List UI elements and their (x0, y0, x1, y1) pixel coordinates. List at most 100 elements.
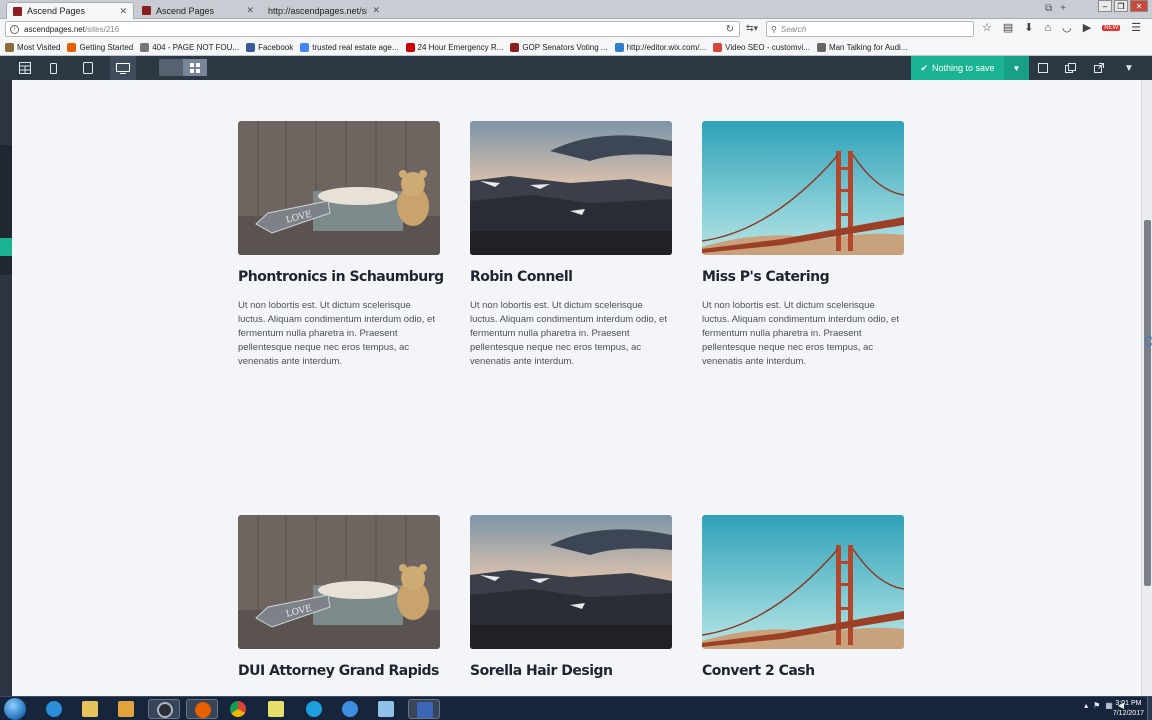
chrome-icon[interactable] (222, 699, 254, 719)
new-tab-icon[interactable]: + (1060, 3, 1066, 14)
bookmark-favicon-icon (713, 43, 723, 52)
pocket-icon[interactable]: ◡ (1062, 21, 1072, 34)
youtube-icon[interactable]: ▶ (1083, 21, 1091, 34)
card-title[interactable]: Convert 2 Cash (702, 663, 904, 679)
card-title[interactable]: Robin Connell (470, 269, 672, 285)
desktop-view-icon[interactable] (110, 56, 136, 80)
card-title[interactable]: Phontronics in Schaumburg (238, 269, 444, 285)
scroll-marker-icon (1145, 336, 1152, 346)
window-close-icon[interactable]: ✕ (1130, 0, 1148, 12)
bookmark-item[interactable]: Getting Started (67, 43, 133, 52)
identity-dropdown-icon[interactable]: ⇆▾ (746, 23, 758, 34)
site-info-icon[interactable]: i (10, 24, 19, 34)
teddy-bear-image: LOVE (238, 515, 440, 649)
bookmark-item[interactable]: http://editor.wix.com/... (614, 43, 706, 52)
card-description: Ut non lobortis est. Ut dictum scelerisq… (470, 300, 667, 367)
tablet-view-icon[interactable] (75, 56, 101, 80)
tray-expand-icon[interactable]: ▴ (1084, 701, 1088, 710)
tab-groups-icon[interactable]: ⧉ (1045, 3, 1052, 14)
browser-tab-3[interactable]: http://ascendpages.net/sites/live ✕ (262, 2, 386, 19)
bookmark-item[interactable]: Facebook (246, 43, 293, 52)
skype-icon[interactable] (298, 699, 330, 719)
layout-toggle[interactable] (159, 59, 207, 76)
portfolio-card[interactable]: Robin Connell Ut non lobortis est. Ut di… (470, 121, 672, 369)
vertical-scrollbar[interactable] (1141, 80, 1152, 696)
portfolio-card[interactable]: Sorella Hair Design (470, 515, 672, 679)
portfolio-card[interactable]: Miss P's Catering Ut non lobortis est. U… (702, 121, 904, 369)
portfolio-card[interactable]: LOVE DUI Attorney Grand Rapids (238, 515, 440, 679)
restore-icon[interactable]: ❐ (1114, 0, 1128, 12)
home-icon[interactable]: ⌂ (1045, 22, 1052, 34)
windows-taskbar: ▴ ⚑ ▦ ◀ 3:01 PM 7/12/2017 (0, 696, 1152, 720)
browser-tab-2[interactable]: Ascend Pages ✕ (136, 2, 260, 19)
reload-icon[interactable]: ↻ (726, 24, 734, 35)
mountain-sunset-image (470, 121, 672, 255)
single-layout-option[interactable] (159, 59, 183, 76)
obs-recorder-icon[interactable] (148, 699, 180, 719)
search-placeholder: Search (780, 24, 807, 34)
card-title[interactable]: Sorella Hair Design (470, 663, 672, 679)
scrollbar-thumb[interactable] (1144, 220, 1151, 586)
download-icon[interactable]: ⬇ (1024, 21, 1033, 34)
search-input[interactable]: ⚲ Search (766, 21, 974, 37)
portfolio-card[interactable]: Convert 2 Cash (702, 515, 904, 679)
system-clock[interactable]: 3:01 PM 7/12/2017 (1113, 699, 1144, 719)
teddy-bear-image: LOVE (238, 121, 440, 255)
sticky-notes-icon[interactable] (260, 699, 292, 719)
save-button[interactable]: ✔ Nothing to save (911, 56, 1004, 80)
notepad-icon[interactable] (370, 699, 402, 719)
bookmark-favicon-icon (300, 43, 310, 52)
close-tab-icon[interactable]: ✕ (119, 6, 127, 17)
menu-icon[interactable]: ☰ (1131, 21, 1141, 34)
site-favicon-icon (13, 6, 22, 16)
preview-external-icon[interactable] (1087, 56, 1111, 80)
panel-handle[interactable] (0, 238, 12, 256)
grid-view-icon[interactable] (12, 56, 38, 80)
page-settings-icon[interactable] (1031, 56, 1055, 80)
browser-tab-1[interactable]: Ascend Pages ✕ (6, 2, 134, 19)
bookmark-label: 404 - PAGE NOT FOU... (152, 43, 240, 52)
internet-explorer-icon[interactable] (38, 699, 70, 719)
network-icon[interactable]: ▦ (1105, 701, 1113, 710)
flag-icon[interactable]: ⚑ (1093, 701, 1100, 710)
minimize-icon[interactable]: – (1098, 0, 1112, 12)
reading-list-icon[interactable]: ▤ (1003, 21, 1013, 34)
grid-layout-icon[interactable] (183, 59, 207, 76)
bookmark-label: 24 Hour Emergency R... (417, 43, 504, 52)
bookmark-item[interactable]: Most Visited (5, 43, 60, 52)
bookmark-item[interactable]: GOP Senators Voting ... (510, 43, 608, 52)
show-desktop-button[interactable] (1147, 697, 1152, 720)
firefox-icon[interactable] (186, 699, 218, 719)
more-menu-caret-icon[interactable]: ▼ (1117, 56, 1141, 80)
card-description: Ut non lobortis est. Ut dictum scelerisq… (702, 300, 899, 367)
bookmark-label: Facebook (258, 43, 294, 52)
clock-date: 7/12/2017 (1112, 710, 1144, 717)
bookmark-item[interactable]: Video SEO - customvi... (713, 43, 810, 52)
mobile-view-icon[interactable] (40, 56, 66, 80)
close-tab-icon[interactable]: ✕ (246, 5, 254, 16)
card-title[interactable]: DUI Attorney Grand Rapids (238, 663, 440, 679)
safari-icon[interactable] (334, 699, 366, 719)
bookmark-item[interactable]: Man Talking for Audi... (816, 43, 908, 52)
file-explorer-icon[interactable] (74, 699, 106, 719)
bookmark-favicon-icon (816, 43, 826, 52)
save-label: Nothing to save (932, 63, 995, 73)
card-image-mountain (470, 121, 672, 255)
address-bar[interactable]: i ascendpages.net/sites/216 ↻ (5, 21, 740, 37)
remote-desktop-icon[interactable] (408, 699, 440, 719)
bookmark-item[interactable]: trusted real estate age... (300, 43, 399, 52)
browser-nav-bar: i ascendpages.net/sites/216 ↻ ⇆▾ ⚲ Searc… (0, 19, 1152, 40)
new-badge[interactable]: NEW (1102, 24, 1121, 31)
bookmark-item[interactable]: 404 - PAGE NOT FOU... (140, 43, 239, 52)
save-options-dropdown[interactable]: ▼ (1004, 56, 1029, 80)
card-title[interactable]: Miss P's Catering (702, 269, 904, 285)
pages-icon[interactable] (1058, 56, 1082, 80)
media-player-icon[interactable] (110, 699, 142, 719)
card-description: Ut non lobortis est. Ut dictum scelerisq… (238, 300, 435, 367)
bookmark-item[interactable]: 24 Hour Emergency R... (405, 43, 504, 52)
close-tab-icon[interactable]: ✕ (372, 5, 380, 16)
bookmark-star-icon[interactable]: ☆ (982, 21, 992, 34)
portfolio-card[interactable]: LOVE Phontronics in Schaumburg Ut non lo… (238, 121, 444, 369)
start-button[interactable] (4, 698, 26, 720)
url-path: /sites/216 (84, 24, 120, 34)
